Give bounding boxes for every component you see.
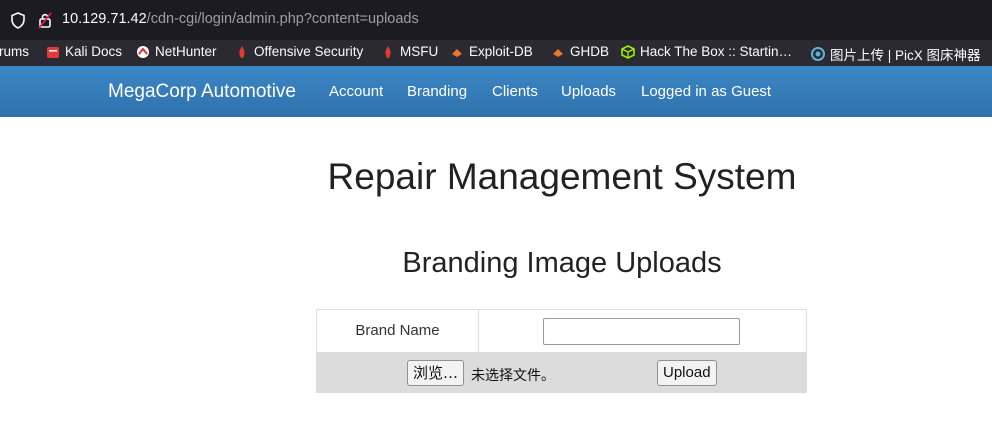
nav-link-clients[interactable]: Clients — [492, 83, 538, 100]
url-host: 10.129.71.42 — [62, 11, 147, 27]
bookmark-label: rums — [0, 44, 29, 59]
kali-docs-icon — [46, 45, 60, 59]
bookmark-kali-docs[interactable]: Kali Docs — [46, 44, 122, 59]
shield-icon[interactable] — [10, 12, 26, 34]
site-navbar: MegaCorp Automotive Account Branding Cli… — [0, 66, 992, 117]
bookmark-hack-the-box[interactable]: Hack The Box :: Startin… — [621, 44, 792, 59]
bookmark-picx[interactable]: 图片上传 | PicX 图床神器 — [811, 44, 981, 64]
upload-button[interactable]: Upload — [657, 360, 717, 386]
offsec-icon — [235, 45, 249, 59]
navbar-brand[interactable]: MegaCorp Automotive — [108, 81, 296, 103]
bookmark-label: GHDB — [570, 44, 610, 59]
brand-name-label: Brand Name — [355, 322, 440, 339]
browse-file-button[interactable]: 浏览… — [407, 360, 465, 386]
section-title: Branding Image Uploads — [402, 247, 722, 279]
picx-icon — [811, 47, 825, 61]
bookmark-exploit-db[interactable]: Exploit-DB — [450, 44, 533, 59]
nav-logged-in-status[interactable]: Logged in as Guest — [641, 83, 771, 100]
url-path: /cdn-cgi/login/admin.php?content=uploads — [146, 11, 419, 27]
bookmark-msfu[interactable]: MSFU — [381, 44, 438, 59]
bookmark-label: Hack The Box :: Startin… — [640, 44, 793, 59]
upload-form-table: Brand Name 浏览… 未选择文件。 Upload — [316, 309, 807, 393]
msfu-icon — [381, 45, 395, 59]
nav-link-uploads[interactable]: Uploads — [561, 83, 616, 100]
page-title: Repair Management System — [327, 156, 797, 197]
bookmark-forums[interactable]: rums — [0, 44, 29, 59]
url-text[interactable]: 10.129.71.42/cdn-cgi/login/admin.php?con… — [62, 11, 419, 27]
browser-url-bar[interactable]: 10.129.71.42/cdn-cgi/login/admin.php?con… — [0, 0, 992, 40]
bookmark-label: 图片上传 | PicX 图床神器 — [830, 48, 981, 63]
htb-icon — [621, 44, 635, 59]
no-file-selected-text: 未选择文件。 — [471, 368, 555, 384]
bookmark-ghdb[interactable]: GHDB — [551, 44, 609, 59]
brand-name-input[interactable] — [543, 318, 740, 345]
nethunter-icon — [136, 45, 150, 59]
bookmark-label: NetHunter — [155, 44, 217, 59]
bookmark-offensive-security[interactable]: Offensive Security — [235, 44, 363, 59]
exploit-db-icon — [450, 45, 464, 59]
file-upload-row: 浏览… 未选择文件。 Upload — [317, 352, 806, 393]
cell-divider — [478, 310, 479, 352]
bookmark-label: Kali Docs — [65, 44, 123, 59]
brand-name-row: Brand Name — [317, 310, 806, 352]
lock-icon[interactable] — [38, 12, 52, 34]
nav-link-branding[interactable]: Branding — [407, 83, 467, 100]
bookmark-label: MSFU — [400, 44, 439, 59]
bookmarks-toolbar: rums Kali Docs NetHunter Offensive Secur… — [0, 40, 992, 66]
ghdb-icon — [551, 45, 565, 59]
nav-link-account[interactable]: Account — [329, 83, 383, 100]
bookmark-label: Exploit-DB — [469, 44, 533, 59]
bookmark-nethunter[interactable]: NetHunter — [136, 44, 217, 59]
bookmark-label: Offensive Security — [254, 44, 364, 59]
